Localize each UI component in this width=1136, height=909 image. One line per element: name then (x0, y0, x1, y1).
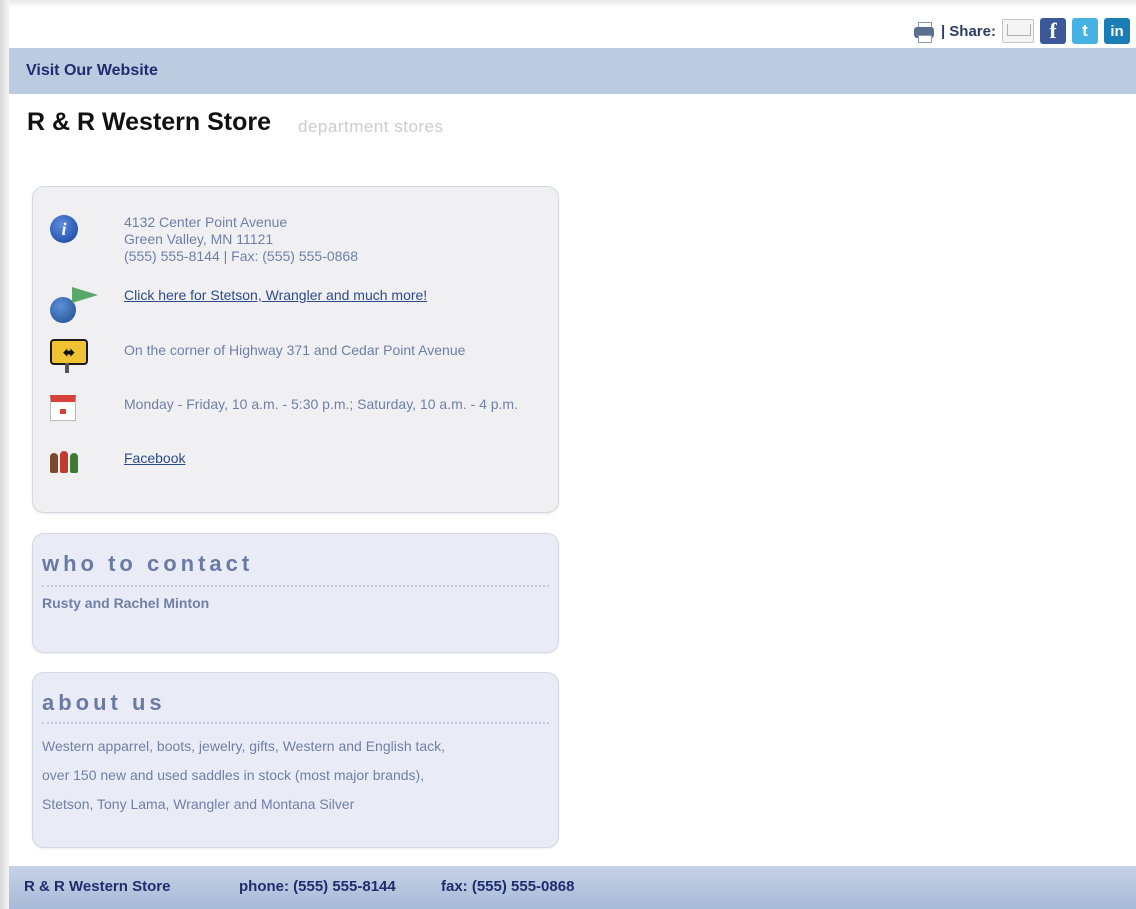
road-sign-icon: ⬌ (50, 339, 88, 377)
directions-text: On the corner of Highway 371 and Cedar P… (124, 342, 466, 358)
share-bar: | Share: f t in (913, 16, 1130, 46)
twitter-icon[interactable]: t (1072, 18, 1098, 44)
about-heading: about us (42, 690, 166, 715)
sign-arrows: ⬌ (50, 339, 88, 365)
hours-text: Monday - Friday, 10 a.m. - 5:30 p.m.; Sa… (124, 396, 518, 412)
window-left-edge (0, 0, 9, 909)
phone-fax-line: (555) 555-8144 | Fax: (555) 555-0868 (124, 248, 359, 264)
contact-card: who to contact Rusty and Rachel Minton (32, 533, 559, 653)
nav-bar: Visit Our Website (9, 48, 1136, 94)
linkedin-icon[interactable]: in (1104, 18, 1130, 44)
about-text: Western apparrel, boots, jewelry, gifts,… (42, 732, 445, 819)
globe-arrow-icon (50, 285, 110, 325)
store-name: R & R Western Store (27, 108, 272, 136)
footer-bar: R & R Western Store phone: (555) 555-814… (9, 866, 1136, 909)
divider (42, 722, 549, 724)
address-block: 4132 Center Point Avenue Green Valley, M… (124, 213, 358, 266)
store-category: department stores (298, 117, 444, 136)
facebook-icon[interactable]: f (1040, 18, 1066, 44)
email-icon[interactable] (1002, 19, 1034, 43)
contact-heading: who to contact (42, 551, 254, 576)
website-link[interactable]: Click here for Stetson, Wrangler and muc… (124, 287, 427, 303)
window-top-edge (0, 0, 1136, 7)
visit-website-link[interactable]: Visit Our Website (26, 62, 158, 80)
people-icon (50, 451, 78, 473)
printer-icon[interactable] (913, 20, 935, 43)
contact-name: Rusty and Rachel Minton (42, 595, 210, 611)
share-label: | Share: (940, 22, 996, 40)
divider (42, 585, 549, 587)
calendar-icon (50, 395, 76, 421)
footer-store-name: R & R Western Store (24, 878, 171, 895)
facebook-link[interactable]: Facebook (124, 450, 185, 466)
about-card: about us Western apparrel, boots, jewelr… (32, 672, 559, 848)
footer-fax: fax: (555) 555-0868 (441, 878, 575, 895)
info-icon: i (50, 215, 78, 243)
about-line: over 150 new and used saddles in stock (… (42, 767, 425, 783)
footer-phone: phone: (555) 555-8144 (239, 878, 396, 895)
info-card: i 4132 Center Point Avenue Green Valley,… (32, 186, 559, 513)
about-line: Western apparrel, boots, jewelry, gifts,… (42, 738, 446, 754)
about-line: Stetson, Tony Lama, Wrangler and Montana… (42, 796, 355, 812)
